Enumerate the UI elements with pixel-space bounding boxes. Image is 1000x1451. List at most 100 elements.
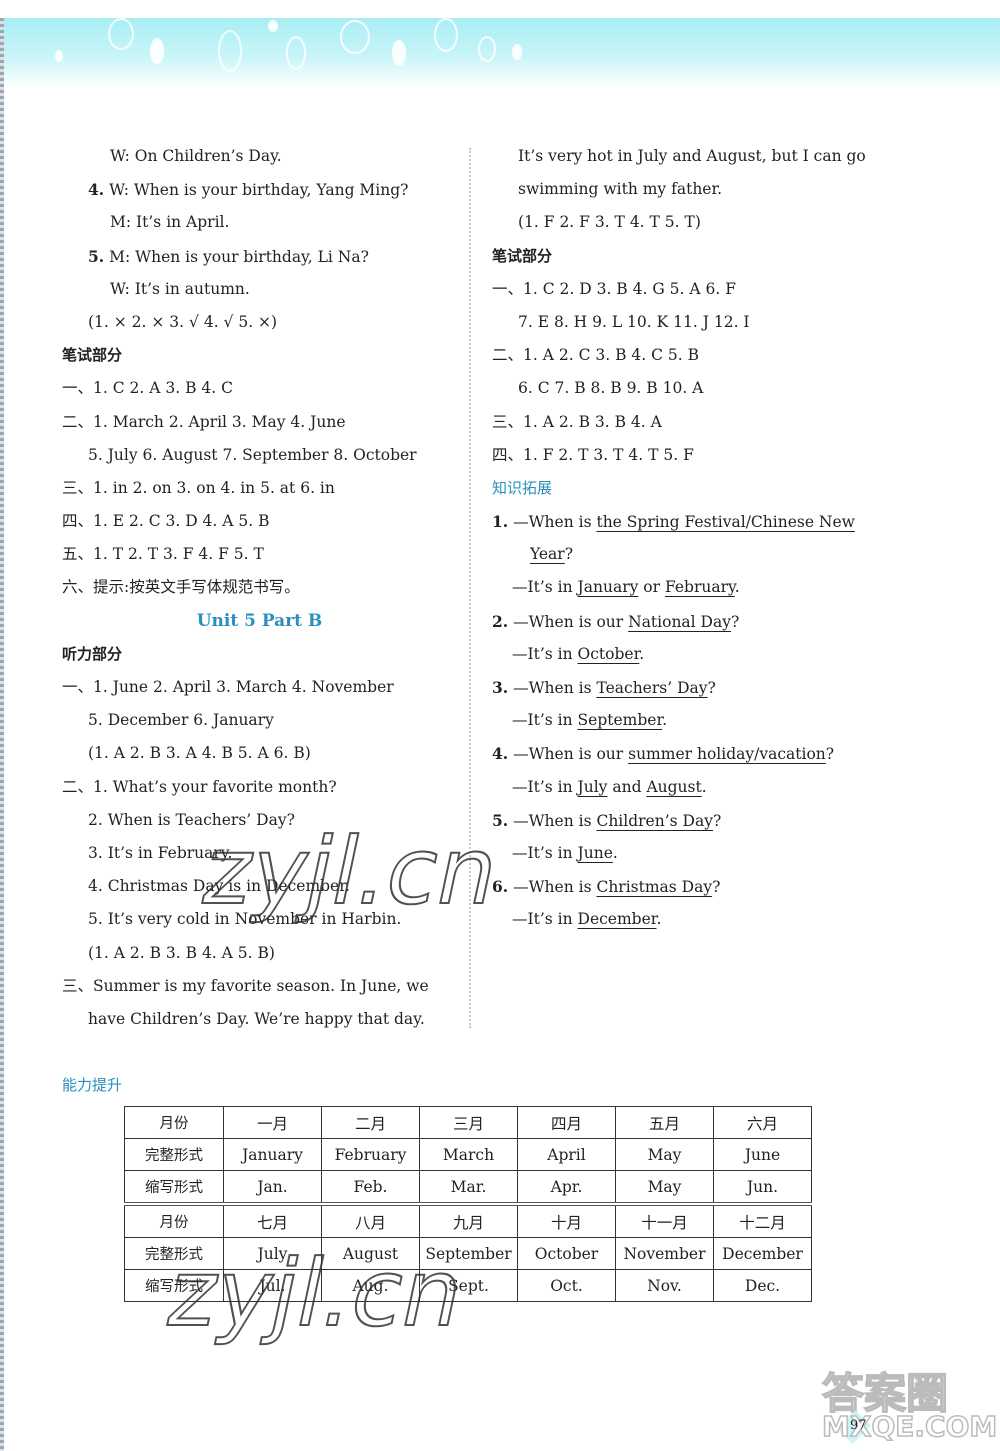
- answer-row: 一、1. C 2. A 3. B 4. C: [62, 372, 457, 405]
- answer-row: 五、1. T 2. T 3. F 4. F 5. T: [62, 538, 457, 571]
- section-marker: 三、: [62, 976, 94, 995]
- answer-text: —It’s in: [512, 578, 578, 597]
- section-marker: 六、: [62, 578, 94, 597]
- answer-row: 5. It’s very cold in November in Harbin.: [88, 910, 402, 929]
- answer-row: 5. July 6. August 7. September 8. Octobe…: [62, 439, 457, 472]
- row-label: 月份: [124, 1202, 224, 1238]
- section-marker: 二、: [62, 412, 94, 431]
- extension-answer: —It’s in December.: [492, 903, 892, 936]
- answer-row: 2. When is Teachers’ Day?: [88, 810, 295, 829]
- table-cell: 九月: [419, 1202, 518, 1238]
- table-cell: November: [615, 1237, 714, 1270]
- fill-answer: National Day: [628, 612, 731, 631]
- extension-answer: —It’s in January or February.: [492, 571, 892, 604]
- passage-line: swimming with my father.: [518, 180, 723, 199]
- table-cell: March: [419, 1138, 518, 1171]
- answer-text: —It’s in: [512, 777, 578, 796]
- answer-row: 三、1. A 2. B 3. B 4. A: [492, 406, 892, 439]
- header-banner: [0, 18, 1000, 88]
- section-heading-ability: 能力提升: [62, 1076, 123, 1094]
- speaker-label: M:: [110, 213, 132, 232]
- unit-title: Unit 5 Part B: [196, 610, 323, 631]
- table-cell: Dec.: [713, 1269, 812, 1302]
- fill-answer: Christmas Day: [596, 878, 713, 897]
- dialogue-line: 5. M: When is your birthday, Li Na?: [62, 240, 457, 273]
- extension-question: 2. —When is our National Day?: [492, 605, 892, 638]
- table-cell: July: [223, 1237, 322, 1270]
- speaker-label: W:: [110, 279, 130, 298]
- speaker-label: W:: [110, 147, 130, 165]
- answer-key: (1. F 2. F 3. T 4. T 5. T): [518, 213, 701, 232]
- row-label: 缩写形式: [124, 1269, 224, 1302]
- answer-row: 二、1. A 2. C 3. B 4. C 5. B: [492, 339, 892, 372]
- section-marker: 一、: [62, 379, 94, 398]
- answer-key: (1. × 2. × 3. √ 4. √ 5. ×): [88, 312, 278, 331]
- table-cell: Feb.: [321, 1170, 420, 1205]
- question-text: ?: [707, 679, 716, 697]
- bubble-decoration: [434, 18, 458, 52]
- item-number: 5.: [88, 246, 105, 266]
- answer-text: 提示:按英文手写体规范书写。: [93, 578, 300, 597]
- answer-text: and: [607, 777, 647, 796]
- section-marker: 四、: [492, 445, 524, 464]
- table-cell: June: [713, 1138, 812, 1171]
- item-number: 6.: [492, 877, 509, 897]
- speaker-label: M:: [109, 247, 131, 266]
- table-cell: April: [517, 1138, 616, 1171]
- bubble-decoration: [340, 20, 370, 54]
- bubble-decoration: [478, 36, 496, 62]
- table-cell: Oct.: [517, 1269, 616, 1302]
- dialogue-line: W: On Children’s Day.: [62, 140, 457, 173]
- extension-answer: —It’s in June.: [492, 837, 892, 870]
- bubble-decoration: [108, 18, 134, 50]
- table-row: 月份 一月 二月 三月 四月 五月 六月: [124, 1106, 812, 1139]
- question-text: ?: [564, 545, 574, 564]
- table-cell: February: [321, 1138, 420, 1171]
- extension-question: 3. —When is Teachers’ Day?: [492, 671, 892, 704]
- answer-row: 3. It’s in February.: [88, 843, 233, 862]
- table-cell: Jul.: [223, 1269, 322, 1302]
- table-row: 月份 七月 八月 九月 十月 十一月 十二月: [124, 1202, 812, 1238]
- table-cell: Aug.: [321, 1269, 420, 1302]
- answer-text: 1. June 2. April 3. March 4. November: [93, 678, 394, 696]
- section-heading-written: 笔试部分: [62, 346, 123, 365]
- dialogue-text: When is your birthday, Yang Ming?: [133, 181, 409, 200]
- answer-key: (1. A 2. B 3. B 4. A 5. B): [88, 943, 275, 962]
- fill-answer: June: [577, 843, 613, 862]
- left-column: W: On Children’s Day. 4. W: When is your…: [62, 140, 457, 1036]
- section-marker: 二、: [62, 777, 94, 796]
- answer-text: 1. E 2. C 3. D 4. A 5. B: [93, 512, 270, 531]
- fill-answer: Year: [530, 545, 565, 564]
- table-cell: May: [615, 1138, 714, 1171]
- months-table: 月份 一月 二月 三月 四月 五月 六月 完整形式 January February March Ap…: [124, 1106, 812, 1302]
- section-marker: 一、: [62, 678, 94, 696]
- answer-text: —It’s in: [512, 644, 578, 663]
- extension-question-cont: Year?: [492, 538, 892, 571]
- right-column: It’s very hot in July and August, but I …: [492, 140, 892, 937]
- dot-decoration: [512, 44, 522, 60]
- section-heading-extension: 知识拓展: [492, 478, 553, 497]
- table-cell: 六月: [713, 1106, 812, 1139]
- answer-row: 二、1. March 2. April 3. May 4. June: [62, 406, 457, 439]
- table-cell: August: [321, 1237, 420, 1270]
- dot-decoration: [150, 38, 164, 64]
- bubble-decoration: [286, 36, 306, 70]
- extension-question: 4. —When is our summer holiday/vacation?: [492, 737, 892, 770]
- speaker-label: W:: [109, 181, 129, 200]
- table-cell: 十月: [517, 1202, 616, 1238]
- answer-text: 1. C 2. D 3. B 4. G 5. A 6. F: [523, 279, 736, 298]
- dialogue-line: W: It’s in autumn.: [62, 273, 457, 306]
- dialogue-text: On Children’s Day.: [134, 147, 282, 165]
- fill-answer: October: [577, 644, 640, 663]
- table-cell: Nov.: [615, 1269, 714, 1302]
- section-heading-written: 笔试部分: [492, 246, 553, 265]
- fill-answer: Children’s Day: [596, 811, 713, 830]
- table-cell: 三月: [419, 1106, 518, 1139]
- row-label: 完整形式: [124, 1237, 224, 1270]
- table-row: 缩写形式 Jan. Feb. Mar. Apr. May Jun.: [124, 1170, 812, 1205]
- table-cell: January: [223, 1138, 322, 1171]
- table-cell: 一月: [223, 1106, 322, 1139]
- table-cell: 五月: [615, 1106, 714, 1139]
- dialogue-text: When is your birthday, Li Na?: [135, 247, 369, 266]
- item-number: 5.: [492, 810, 509, 830]
